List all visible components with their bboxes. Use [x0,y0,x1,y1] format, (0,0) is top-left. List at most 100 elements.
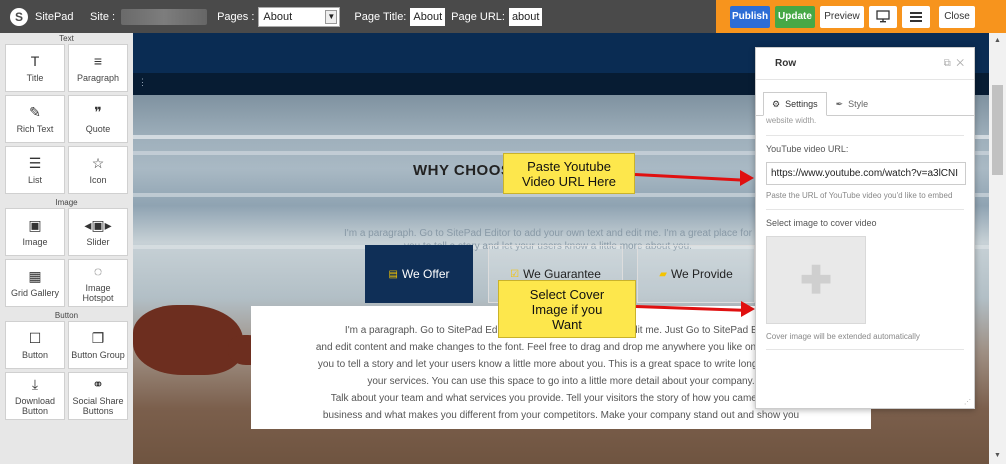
title-icon: T [30,53,40,69]
tab-label: Settings [785,99,818,109]
divider [766,349,964,350]
widget-label: Icon [89,175,107,185]
popout-icon[interactable]: ⧉ [944,58,951,69]
widget-list[interactable]: ☰ List [5,146,65,194]
cover-image-picker[interactable]: ✚ [766,236,866,324]
truncated-hint: website width. [766,116,817,125]
widget-sidebar: Text T Title ≡ Paragraph ✎ Rich Text ❞ Quote… [0,33,133,464]
slider-icon: ◂▣▸ [84,217,112,233]
preview-button[interactable]: Preview [820,5,864,28]
widget-download-button[interactable]: ⤓ Download Button [5,372,65,420]
action-bar: Publish Update Preview Close [716,0,1006,33]
youtube-url-hint: Paste the URL of YouTube video you'd lik… [766,191,953,200]
plus-icon: ✚ [800,259,832,302]
quote-icon: ❞ [94,104,102,120]
share-icon: ⚭ [92,376,104,392]
panel-header[interactable]: Row ⧉ ✕ [756,48,974,80]
youtube-url-input[interactable]: https://www.youtube.com/watch?v=a3lCNI [766,162,966,185]
tab-we-offer[interactable]: ▤ We Offer [365,245,473,303]
widget-quote[interactable]: ❞ Quote [68,95,128,143]
page-url-label: Page URL: [451,10,505,23]
panel-title: Row [775,58,797,69]
callout-line: Image if you [531,301,603,317]
truck-icon: ▰ [659,268,667,280]
tab-label: Style [848,99,869,109]
update-button[interactable]: Update [775,5,815,28]
widget-label: Image [22,237,48,247]
divider [766,209,964,210]
tab-label: We Offer [401,267,450,281]
youtube-url-callout: Paste Youtube Video URL Here [503,153,635,194]
widget-label: Paragraph [76,73,120,83]
scroll-down-icon[interactable]: ▼ [989,450,1006,462]
app-logo[interactable]: S SitePad [10,7,88,26]
hamburger-icon [910,11,922,22]
brush-icon: ✒ [835,98,844,109]
tab-we-provide[interactable]: ▰ We Provide [637,245,755,303]
widget-image[interactable]: ▣ Image [5,208,65,256]
scroll-up-icon[interactable]: ▲ [989,35,1006,47]
widget-label: Download Button [14,396,56,416]
cover-image-label: Select image to cover video [766,218,877,228]
horse-image [133,305,243,375]
paragraph-icon: ≡ [93,53,103,69]
widget-label: Button Group [71,350,125,360]
pages-label: Pages : [217,10,255,23]
page-url-input[interactable]: about [508,7,543,26]
widget-label: List [27,175,42,185]
widget-button-group[interactable]: ❐ Button Group [68,321,128,369]
tab-settings[interactable]: ⚙ Settings [763,92,827,116]
widget-title[interactable]: T Title [5,44,65,92]
edit-icon: ✎ [29,104,41,120]
widget-icon[interactable]: ☆ Icon [68,146,128,194]
arrow-head [741,301,755,317]
widget-label: Rich Text [16,124,54,134]
widget-label: Social Share Buttons [72,396,124,416]
widget-slider[interactable]: ◂▣▸ Slider [68,208,128,256]
widget-rich-text[interactable]: ✎ Rich Text [5,95,65,143]
widget-label: Button [21,350,49,360]
chevron-down-icon: ▼ [325,9,338,24]
widget-label: Grid Gallery [10,288,59,298]
publish-button[interactable]: Publish [730,5,770,28]
menu-button[interactable] [902,5,930,28]
monitor-icon [876,10,890,23]
grid-icon: ▦ [28,268,42,284]
resize-handle-icon[interactable]: ⋰ [964,398,971,406]
site-label: Site : [90,10,116,23]
arrow-head [740,170,754,186]
close-icon[interactable]: ✕ [956,58,964,69]
canvas-scrollbar[interactable]: ▲ ▼ [989,33,1006,464]
widget-label: Quote [85,124,111,134]
button-icon: ☐ [28,330,42,346]
page-title-input[interactable]: About [410,7,446,26]
widget-label: Image Hotspot [82,283,114,303]
callout-line: Want [552,316,582,332]
widget-paragraph[interactable]: ≡ Paragraph [68,44,128,92]
tab-label: We Provide [670,267,733,281]
scroll-thumb[interactable] [992,85,1003,175]
widget-label: Title [26,73,44,83]
panel-body: website width. YouTube video URL: https:… [756,116,974,350]
app-name: SitePad [35,10,74,23]
drag-handle-icon[interactable]: ⋮ [138,77,147,88]
callout-line: Paste Youtube [527,158,611,174]
close-button[interactable]: Close [939,5,975,28]
widget-social-share[interactable]: ⚭ Social Share Buttons [68,372,128,420]
tab-style[interactable]: ✒ Style [827,92,878,116]
gear-icon: ⚙ [772,98,781,109]
widget-grid-gallery[interactable]: ▦ Grid Gallery [5,259,65,307]
widget-button[interactable]: ☐ Button [5,321,65,369]
section-title-text: Text [59,34,74,43]
site-value-blurred [121,8,208,25]
device-preview-button[interactable] [869,5,897,28]
section-title-image: Image [55,198,78,207]
callout-line: Video URL Here [522,173,616,189]
list-icon: ☰ [28,155,42,171]
page-title-label: Page Title: [354,10,407,23]
widget-image-hotspot[interactable]: ◌ Image Hotspot [68,259,128,307]
pages-selected-value: About [263,10,293,23]
section-title-button: Button [54,311,79,320]
cover-image-hint: Cover image will be extended automatical… [766,332,920,341]
pages-select[interactable]: About ▼ [258,6,341,27]
